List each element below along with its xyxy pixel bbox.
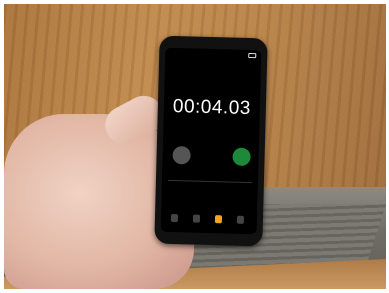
- start-button[interactable]: [232, 147, 251, 167]
- world-clock-icon[interactable]: [170, 213, 179, 223]
- stopwatch-icon[interactable]: [214, 215, 223, 224]
- timer-icon[interactable]: [236, 215, 245, 224]
- lap-button[interactable]: [172, 146, 191, 165]
- status-bar: [165, 50, 261, 61]
- smartphone: 00:04.03: [154, 35, 268, 247]
- phone-screen: 00:04.03: [160, 47, 262, 235]
- battery-icon: [248, 52, 257, 59]
- lap-row: [167, 173, 253, 184]
- tab-bar: [161, 212, 257, 229]
- stopwatch-time: 00:04.03: [172, 95, 252, 120]
- photo-scene: 00:04.03: [4, 4, 386, 289]
- alarm-icon[interactable]: [192, 214, 201, 223]
